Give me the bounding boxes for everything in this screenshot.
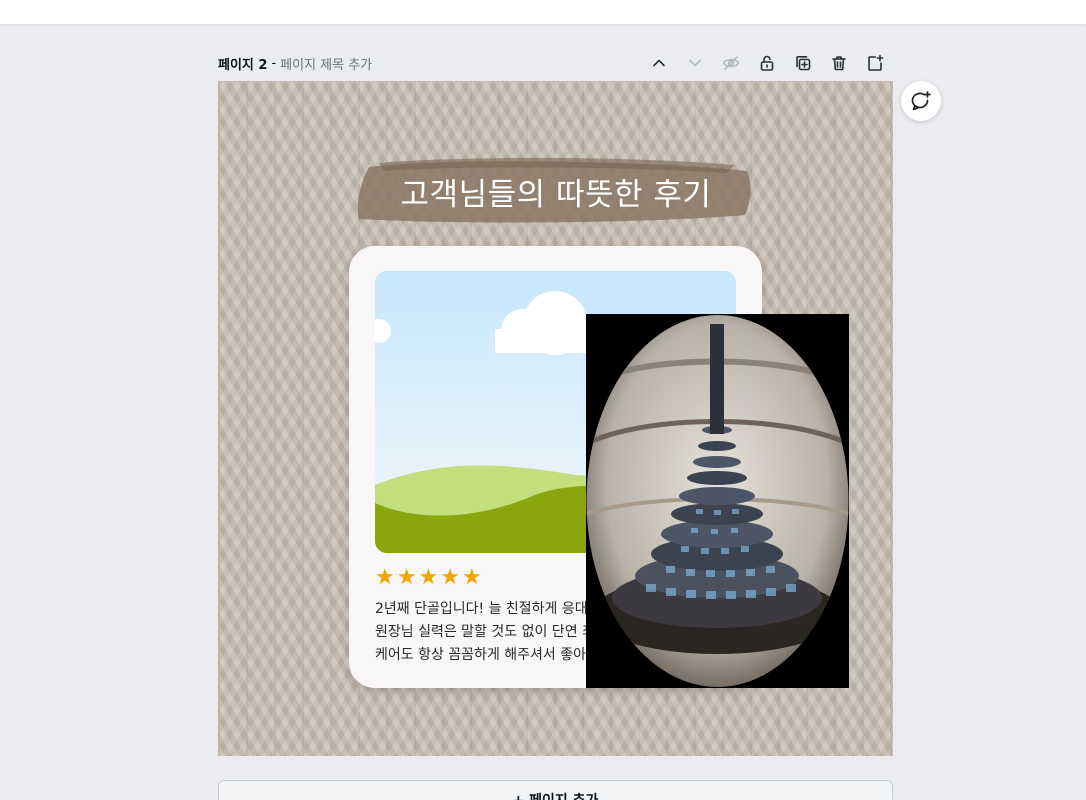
add-page-button-top[interactable] [857, 50, 893, 76]
eye-off-icon [722, 56, 740, 70]
star-icon: ★ [461, 565, 482, 590]
chevron-down-icon [689, 59, 701, 67]
add-page-button[interactable]: + 페이지 추가 [218, 780, 893, 800]
page-title-input[interactable]: 페이지 제목 추가 [280, 54, 372, 73]
duplicate-page-button[interactable] [785, 50, 821, 76]
add-comment-button[interactable] [901, 81, 941, 121]
tower-photo[interactable] [586, 314, 849, 688]
design-canvas[interactable]: 고객님들의 따뜻한 후기 ★ ★ ★ ★ ★ 2년째 단골입니다! 늘 친절하게… [218, 81, 893, 756]
tv-tower-image [586, 314, 849, 688]
add-page-icon [868, 54, 884, 71]
star-icon: ★ [396, 565, 417, 590]
rating-stars: ★ ★ ★ ★ ★ [375, 566, 482, 590]
star-icon: ★ [375, 565, 395, 590]
duplicate-icon [796, 56, 811, 71]
unlock-icon [760, 55, 774, 71]
page-label: 페이지 2 - 페이지 제목 추가 [218, 54, 372, 73]
add-comment-icon [911, 91, 931, 111]
star-icon: ★ [418, 565, 439, 590]
page-controls [641, 50, 893, 76]
delete-page-button[interactable] [821, 50, 857, 76]
lock-page-button[interactable] [749, 50, 785, 76]
star-icon: ★ [440, 565, 460, 590]
hide-page-button[interactable] [713, 50, 749, 76]
top-bar [0, 0, 1086, 24]
page-header: 페이지 2 - 페이지 제목 추가 [218, 50, 893, 76]
trash-icon [832, 56, 846, 71]
chevron-up-icon [653, 59, 665, 67]
move-down-button[interactable] [677, 50, 713, 76]
move-up-button[interactable] [641, 50, 677, 76]
page-number: 페이지 2 [218, 57, 268, 73]
heading-text[interactable]: 고객님들의 따뜻한 후기 [355, 169, 757, 214]
page-separator: - [271, 55, 277, 71]
